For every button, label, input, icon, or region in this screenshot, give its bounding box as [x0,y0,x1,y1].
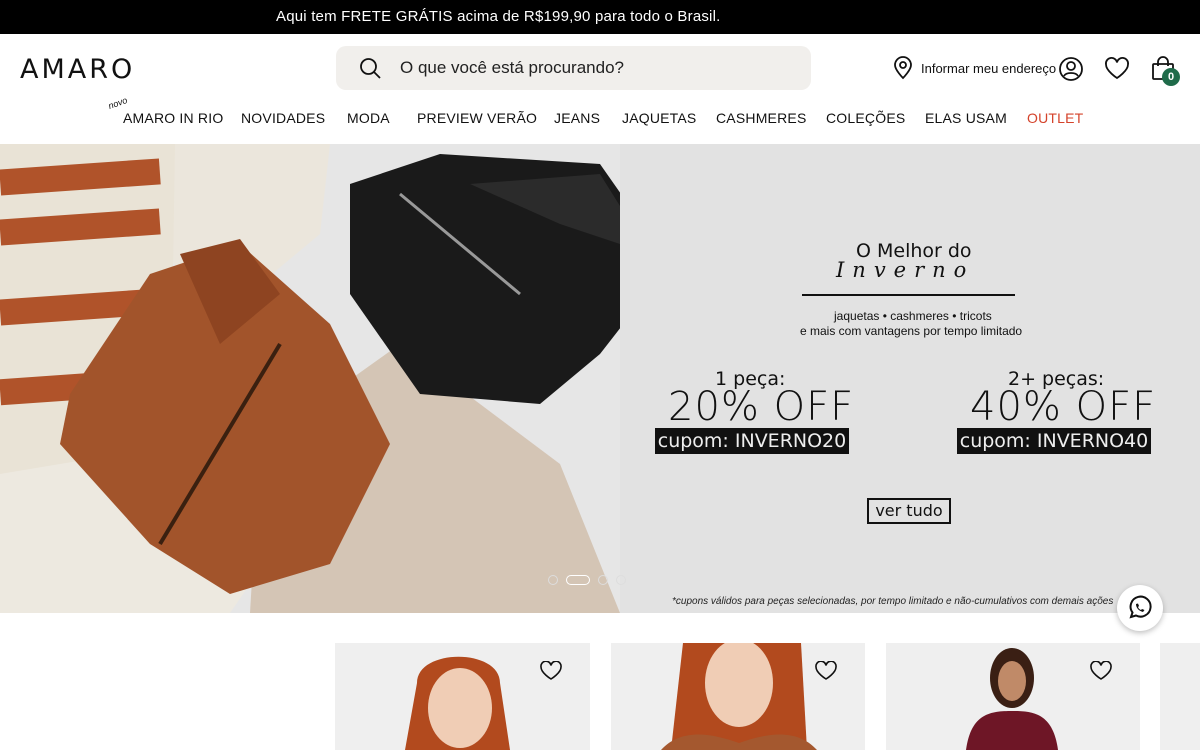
amaro-logo[interactable]: AMARO [20,54,135,85]
whatsapp-button[interactable] [1117,585,1163,631]
hero-disclaimer: *cupons válidos para peças selecionadas,… [672,596,1114,607]
favorite-heart-icon[interactable] [815,661,837,681]
main-nav: novo AMARO IN RIO NOVIDADES MODA PREVIEW… [0,95,1200,130]
search-input[interactable] [400,46,790,90]
product-card[interactable] [1160,643,1200,750]
nav-item-novidades[interactable]: NOVIDADES [241,110,325,126]
hero-product-image [0,144,680,613]
product-image [335,643,590,750]
product-card[interactable] [335,643,590,750]
hero-divider [802,294,1015,296]
nav-item-outlet[interactable]: OUTLET [1027,110,1083,126]
nav-item-jaquetas[interactable]: JAQUETAS [622,110,696,126]
whatsapp-icon [1129,595,1152,619]
location-pin-icon [894,56,912,80]
hero-banner[interactable]: O Melhor do Inverno jaquetas • cashmeres… [0,144,1200,613]
search-icon[interactable] [358,56,382,80]
hero-subtitle-line2: e mais com vantagens por tempo limitado [800,324,1023,338]
nav-item-amaro-in-rio[interactable]: AMARO IN RIO [123,110,223,126]
carousel-dot[interactable] [548,575,558,585]
carousel-dot-active[interactable] [566,575,590,585]
nav-item-preview-verao[interactable]: PREVIEW VERÃO [417,110,537,126]
cart-count-badge[interactable]: 0 [1162,68,1180,86]
nav-item-elas-usam[interactable]: ELAS USAM [925,110,1007,126]
address-label: Informar meu endereço [921,60,1057,76]
nav-item-jeans[interactable]: JEANS [554,110,600,126]
hero-subtitle-line1: jaquetas • cashmeres • tricots [834,309,992,323]
offer1-discount: 20% OFF [668,384,855,430]
product-image [611,643,865,750]
product-image [886,643,1140,750]
favorite-heart-icon[interactable] [540,661,562,681]
carousel-dot[interactable] [598,575,608,585]
nav-item-moda[interactable]: MODA [347,110,390,126]
product-card[interactable] [886,643,1140,750]
search-bar[interactable] [336,46,811,90]
offer2-coupon: cupom: INVERNO40 [957,428,1151,454]
carousel-dots [548,575,626,585]
hero-title-line2: Inverno [836,258,975,282]
nav-item-cashmeres[interactable]: CASHMERES [716,110,806,126]
wishlist-heart-icon[interactable] [1104,56,1130,82]
product-card[interactable] [611,643,865,750]
user-account-icon[interactable] [1058,56,1084,82]
hero-text-panel [620,144,1200,613]
address-selector[interactable]: Informar meu endereço [892,56,1056,80]
see-all-button[interactable]: ver tudo [867,498,951,524]
site-header: AMARO Informar meu endereço 0 novo AMARO… [0,34,1200,144]
nav-item-colecoes[interactable]: COLEÇÕES [826,110,905,126]
favorite-heart-icon[interactable] [1090,661,1112,681]
new-badge: novo [106,94,129,112]
offer2-discount: 40% OFF [970,384,1157,430]
carousel-dot[interactable] [616,575,626,585]
offer1-coupon: cupom: INVERNO20 [655,428,849,454]
announcement-bar: Aqui tem FRETE GRÁTIS acima de R$199,90 … [0,0,1200,34]
announcement-text: Aqui tem FRETE GRÁTIS acima de R$199,90 … [276,8,721,25]
